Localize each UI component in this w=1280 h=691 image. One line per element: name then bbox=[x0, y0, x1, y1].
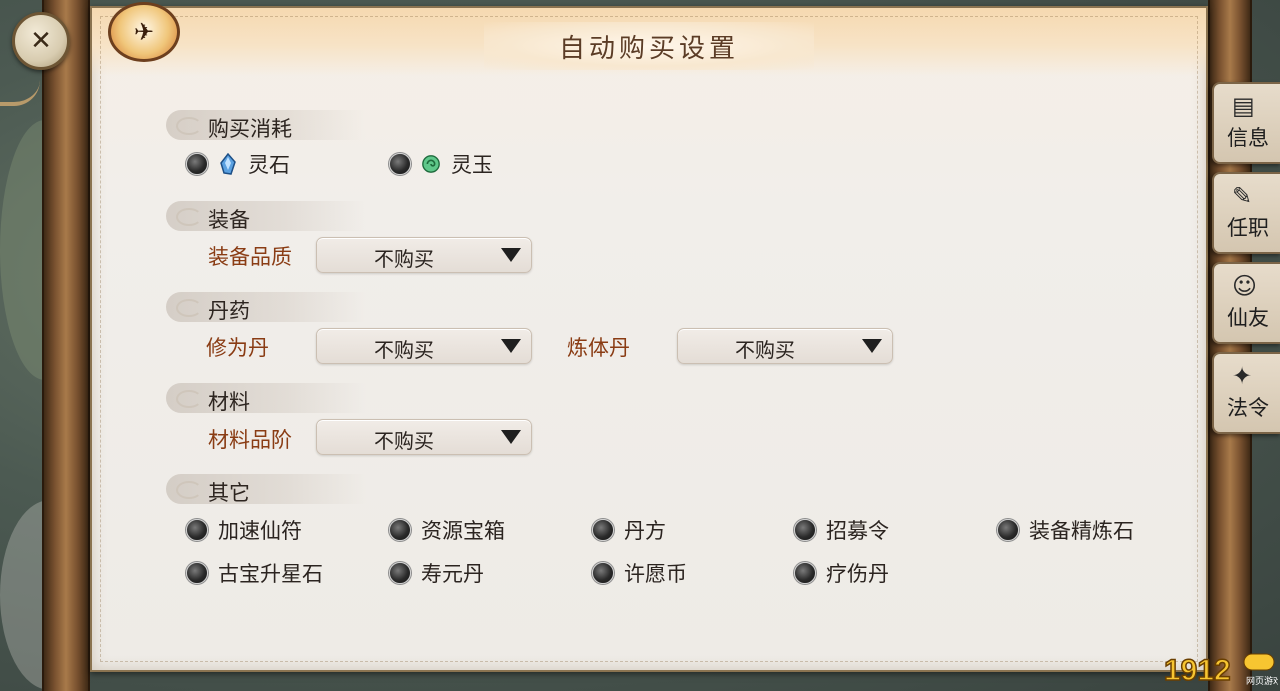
scroll-icon: ▤ bbox=[1232, 92, 1255, 120]
spirit-stone-icon bbox=[220, 153, 236, 175]
side-tab-label: 任职 bbox=[1227, 216, 1269, 240]
rope-decoration bbox=[0, 80, 40, 106]
side-tab-label: 仙友 bbox=[1227, 306, 1269, 330]
cloud-swirl-icon bbox=[176, 481, 202, 499]
side-tab-friends[interactable]: ☺ 仙友 bbox=[1212, 262, 1280, 344]
watermark-text: 1912 bbox=[1164, 654, 1231, 687]
side-tab-label: 信息 bbox=[1227, 126, 1269, 150]
dropdown-value: 不购买 bbox=[374, 338, 434, 362]
side-tab-label: 法令 bbox=[1227, 396, 1269, 420]
material-grade-label: 材料品阶 bbox=[208, 428, 292, 452]
dialog-title: 自动购买设置 bbox=[484, 22, 814, 70]
dropdown-arrow-icon bbox=[862, 339, 882, 353]
other-option-refining-stone[interactable]: 装备精炼石 bbox=[997, 515, 1134, 545]
body-refining-pill-dropdown[interactable]: 不购买 bbox=[677, 328, 893, 364]
cost-option-label: 灵石 bbox=[248, 153, 290, 177]
other-option-speed-talisman[interactable]: 加速仙符 bbox=[186, 515, 302, 545]
other-option-label: 装备精炼石 bbox=[1029, 519, 1134, 543]
radio-button[interactable] bbox=[997, 519, 1019, 541]
other-option-label: 加速仙符 bbox=[218, 519, 302, 543]
cloud-swirl-icon bbox=[176, 390, 202, 408]
body-refining-pill-label: 炼体丹 bbox=[567, 336, 630, 360]
radio-button[interactable] bbox=[592, 562, 614, 584]
dropdown-arrow-icon bbox=[501, 339, 521, 353]
cloud-swirl-icon bbox=[176, 117, 202, 135]
dropdown-arrow-icon bbox=[501, 248, 521, 262]
section-header-equipment: 装备 bbox=[166, 201, 366, 232]
equipment-quality-dropdown[interactable]: 不购买 bbox=[316, 237, 532, 273]
other-option-label: 招募令 bbox=[826, 519, 889, 543]
cloud-swirl-icon bbox=[176, 208, 202, 226]
other-option-healing-pill[interactable]: 疗伤丹 bbox=[794, 558, 889, 588]
radio-button[interactable] bbox=[389, 153, 411, 175]
dropdown-value: 不购买 bbox=[735, 338, 795, 362]
other-option-label: 疗伤丹 bbox=[826, 562, 889, 586]
dropdown-arrow-icon bbox=[501, 430, 521, 444]
other-option-recruit-token[interactable]: 招募令 bbox=[794, 515, 889, 545]
back-arrow-icon: ✕ bbox=[30, 26, 52, 56]
other-option-star-stone[interactable]: 古宝升星石 bbox=[186, 558, 323, 588]
cost-option-label: 灵玉 bbox=[451, 153, 493, 177]
auto-buy-settings-dialog: 自动购买设置 购买消耗 灵石 灵玉 装备 装备品质 不购买 丹药 修为丹 不购买… bbox=[90, 6, 1208, 672]
section-header-purchase-cost: 购买消耗 bbox=[166, 110, 366, 141]
radio-button[interactable] bbox=[186, 153, 208, 175]
decree-icon: ✦ bbox=[1232, 362, 1253, 390]
bird-icon: ✈ bbox=[133, 18, 155, 46]
radio-button[interactable] bbox=[794, 519, 816, 541]
radio-button[interactable] bbox=[794, 562, 816, 584]
other-option-label: 丹方 bbox=[624, 519, 666, 543]
cost-option-spirit-stone[interactable]: 灵石 bbox=[186, 149, 290, 179]
section-header-other: 其它 bbox=[166, 474, 366, 505]
radio-button[interactable] bbox=[186, 562, 208, 584]
other-option-wish-coin[interactable]: 许愿币 bbox=[592, 558, 687, 588]
mascot-badge: ✈ bbox=[108, 2, 180, 62]
radio-button[interactable] bbox=[389, 519, 411, 541]
friend-icon: ☺ bbox=[1232, 272, 1258, 300]
dropdown-value: 不购买 bbox=[374, 247, 434, 271]
radio-button[interactable] bbox=[186, 519, 208, 541]
other-option-resource-chest[interactable]: 资源宝箱 bbox=[389, 515, 505, 545]
section-header-materials: 材料 bbox=[166, 383, 366, 414]
equipment-quality-label: 装备品质 bbox=[208, 245, 292, 269]
other-option-label: 寿元丹 bbox=[421, 562, 484, 586]
radio-button[interactable] bbox=[389, 562, 411, 584]
side-tab-position[interactable]: ✎ 任职 bbox=[1212, 172, 1280, 254]
cost-option-spirit-jade[interactable]: 灵玉 bbox=[389, 149, 493, 179]
radio-button[interactable] bbox=[592, 519, 614, 541]
cultivation-pill-label: 修为丹 bbox=[206, 336, 269, 360]
spirit-jade-icon bbox=[422, 155, 440, 173]
other-option-label: 资源宝箱 bbox=[421, 519, 505, 543]
side-tab-decree[interactable]: ✦ 法令 bbox=[1212, 352, 1280, 434]
other-option-label: 许愿币 bbox=[624, 562, 687, 586]
badge-icon: ✎ bbox=[1232, 182, 1253, 210]
watermark-subtext: 网页游戏 bbox=[1246, 675, 1278, 687]
cultivation-pill-dropdown[interactable]: 不购买 bbox=[316, 328, 532, 364]
material-grade-dropdown[interactable]: 不购买 bbox=[316, 419, 532, 455]
cloud-swirl-icon bbox=[176, 299, 202, 317]
side-tab-info[interactable]: ▤ 信息 bbox=[1212, 82, 1280, 164]
site-watermark-logo: 1912 网页游戏 bbox=[1163, 653, 1278, 688]
back-button[interactable]: ✕ bbox=[12, 12, 70, 70]
section-header-pills: 丹药 bbox=[166, 292, 366, 323]
dropdown-value: 不购买 bbox=[374, 429, 434, 453]
other-option-pill-recipe[interactable]: 丹方 bbox=[592, 515, 666, 545]
scroll-rod-left bbox=[42, 0, 90, 691]
other-option-longevity-pill[interactable]: 寿元丹 bbox=[389, 558, 484, 588]
other-option-label: 古宝升星石 bbox=[218, 562, 323, 586]
